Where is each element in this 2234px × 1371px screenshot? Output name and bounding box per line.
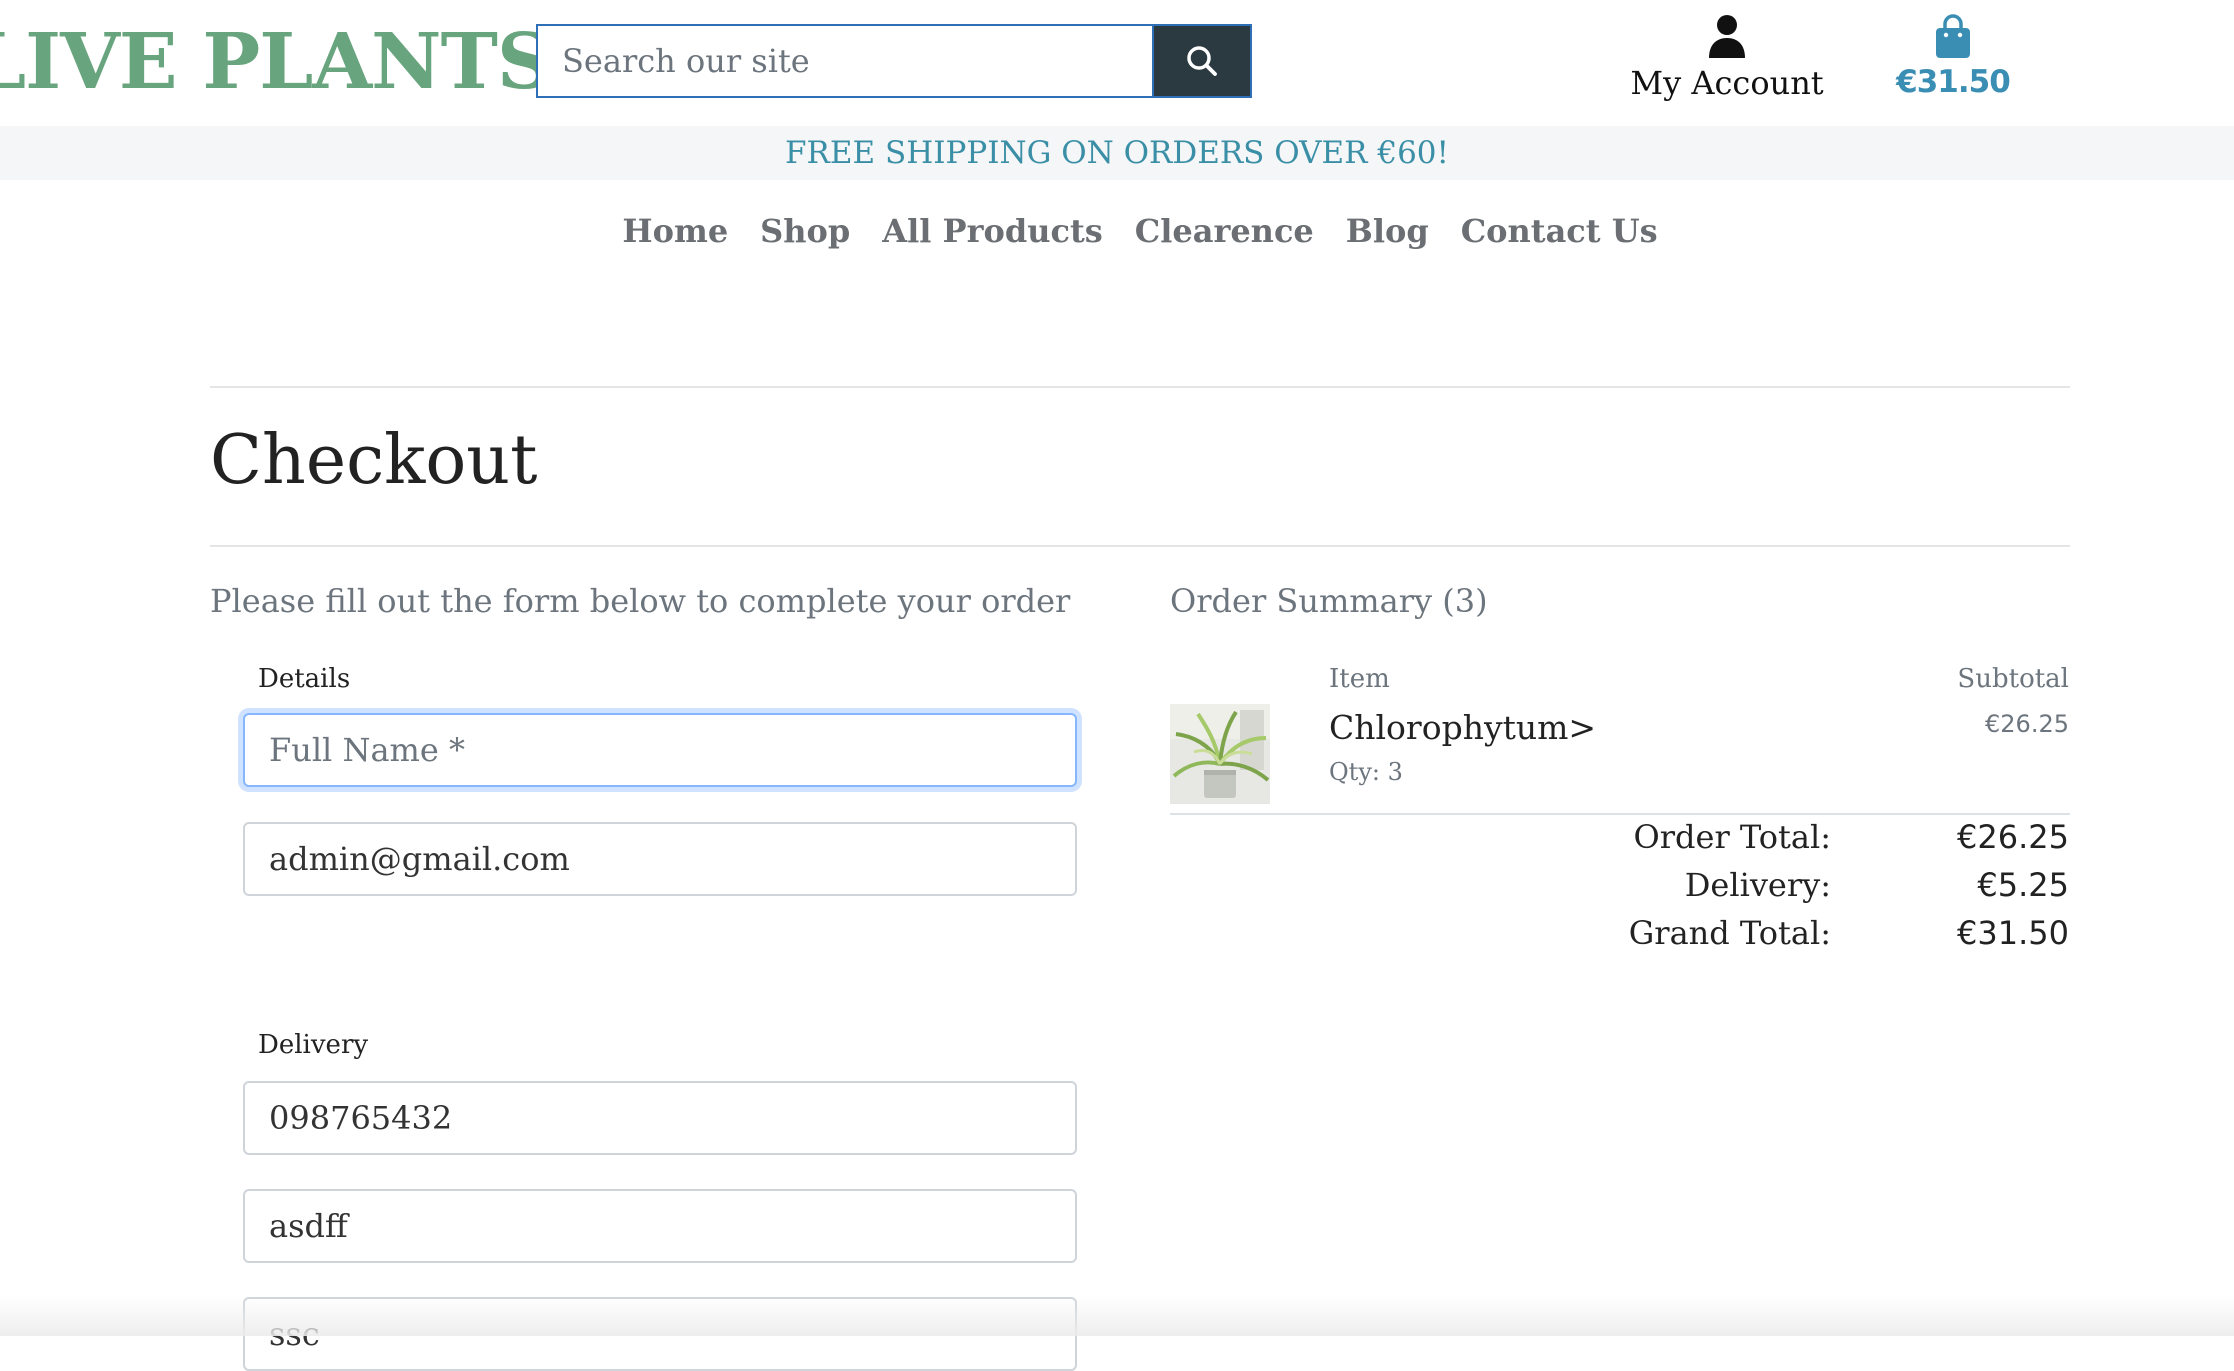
shopping-bag-icon	[1936, 14, 1970, 58]
user-icon	[1709, 15, 1745, 58]
nav-home[interactable]: Home	[622, 212, 728, 250]
delivery-legend: Delivery	[258, 1030, 369, 1060]
full-name-field[interactable]	[243, 713, 1077, 787]
nav-blog[interactable]: Blog	[1346, 212, 1429, 250]
item-subtotal: €26.25	[1985, 710, 2069, 738]
summary-col-subtotal: Subtotal	[1957, 664, 2069, 694]
order-summary-title: Order Summary (3)	[1170, 582, 1488, 620]
bottom-fade	[0, 1296, 2234, 1336]
site-header: LIVE PLANTS My Account €31.50	[0, 0, 2234, 124]
nav-all-products[interactable]: All Products	[882, 212, 1102, 250]
form-intro: Please fill out the form below to comple…	[210, 582, 1071, 620]
my-account-label: My Account	[1630, 64, 1824, 102]
nav-clearence[interactable]: Clearence	[1135, 212, 1314, 250]
search-input[interactable]	[538, 26, 1152, 96]
email-field[interactable]	[243, 822, 1077, 896]
item-qty: Qty: 3	[1329, 758, 1403, 786]
my-account-link[interactable]: My Account	[1620, 14, 1834, 102]
divider-title	[210, 545, 2070, 547]
address-line1-field[interactable]	[243, 1189, 1077, 1263]
main-nav: Home Shop All Products Clearence Blog Co…	[0, 212, 2234, 250]
delivery-cost-label: Delivery:	[1684, 866, 1831, 904]
bag-total: €31.50	[1896, 64, 2011, 100]
site-logo[interactable]: LIVE PLANTS	[0, 6, 552, 118]
search-bar	[536, 24, 1252, 98]
shopping-bag-link[interactable]: €31.50	[1880, 14, 2026, 100]
order-total-value: €26.25	[1957, 818, 2069, 856]
grand-total-value: €31.50	[1957, 914, 2069, 952]
nav-contact-us[interactable]: Contact Us	[1461, 212, 1658, 250]
page-title: Checkout	[210, 421, 538, 500]
order-total-label: Order Total:	[1633, 818, 1832, 856]
grand-total-label: Grand Total:	[1628, 914, 1831, 952]
product-thumbnail[interactable]	[1170, 704, 1270, 804]
nav-shop[interactable]: Shop	[760, 212, 850, 250]
phone-field[interactable]	[243, 1081, 1077, 1155]
details-legend: Details	[258, 664, 351, 694]
item-name[interactable]: Chlorophytum>	[1329, 708, 1596, 747]
divider-top	[210, 386, 2070, 388]
delivery-cost-value: €5.25	[1977, 866, 2069, 904]
summary-divider	[1170, 813, 2070, 815]
summary-col-item: Item	[1329, 664, 1390, 694]
search-button[interactable]	[1152, 26, 1250, 96]
free-shipping-banner: FREE SHIPPING ON ORDERS OVER €60!	[0, 126, 2234, 180]
search-icon	[1187, 46, 1217, 76]
